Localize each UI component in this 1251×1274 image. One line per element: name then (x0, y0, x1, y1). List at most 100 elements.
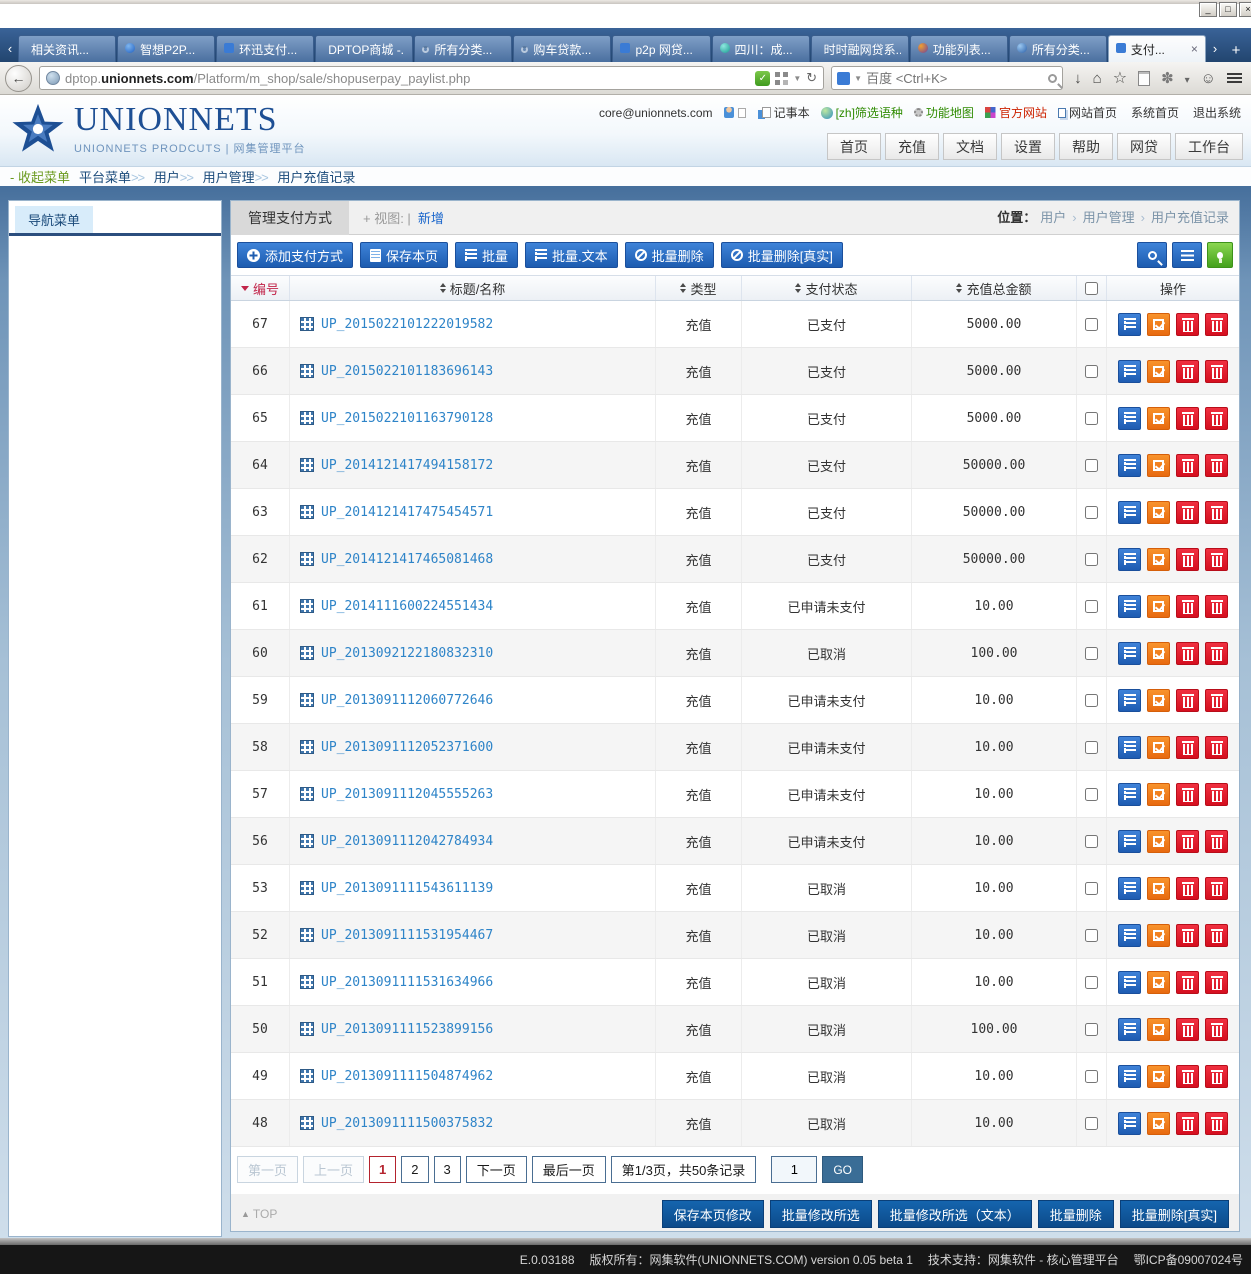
browser-tab[interactable]: 所有分类... (414, 35, 512, 62)
page-number-button[interactable]: 1 (369, 1156, 396, 1183)
record-link[interactable]: UP_2013091112045555263 (321, 787, 493, 802)
edit-check-button[interactable] (1147, 454, 1170, 477)
detail-list-button[interactable] (1118, 501, 1141, 524)
delete-button[interactable] (1176, 313, 1199, 336)
delete-real-button[interactable] (1205, 595, 1228, 618)
header-nav-button[interactable]: 充值 (885, 133, 939, 160)
new-tab-icon[interactable] (1223, 38, 1249, 62)
breadcrumb-item[interactable]: 用户 (131, 167, 180, 186)
baidu-paw-icon[interactable] (837, 72, 850, 85)
bookmark-star-icon[interactable] (1113, 68, 1127, 88)
menubar-item[interactable]: 书签(B) (249, 8, 289, 25)
delete-button[interactable] (1176, 407, 1199, 430)
row-checkbox[interactable] (1085, 976, 1098, 989)
close-icon[interactable] (1239, 2, 1251, 17)
edit-check-button[interactable] (1147, 689, 1170, 712)
delete-real-button[interactable] (1205, 971, 1228, 994)
delete-button[interactable] (1176, 454, 1199, 477)
delete-real-button[interactable] (1205, 689, 1228, 712)
next-page-button[interactable]: 下一页 (466, 1156, 527, 1183)
smiley-icon[interactable] (1201, 70, 1216, 87)
row-checkbox[interactable] (1085, 929, 1098, 942)
view-list-button[interactable] (1172, 242, 1202, 268)
edit-check-button[interactable] (1147, 407, 1170, 430)
page-number-button[interactable]: 2 (401, 1156, 428, 1183)
edit-check-button[interactable] (1147, 783, 1170, 806)
browser-tab[interactable]: 四川：成... (712, 35, 810, 62)
header-link[interactable]: 功能地图 (914, 104, 974, 121)
browser-tab[interactable]: 功能列表... (910, 35, 1008, 62)
header-nav-button[interactable]: 设置 (1001, 133, 1055, 160)
delete-real-button[interactable] (1205, 501, 1228, 524)
reload-icon[interactable] (806, 70, 817, 86)
edit-check-button[interactable] (1147, 642, 1170, 665)
back-button[interactable] (5, 65, 32, 92)
header-nav-button[interactable]: 帮助 (1059, 133, 1113, 160)
row-checkbox[interactable] (1085, 647, 1098, 660)
delete-real-button[interactable] (1205, 1018, 1228, 1041)
delete-real-button[interactable] (1205, 454, 1228, 477)
record-link[interactable]: UP_2014121417465081468 (321, 552, 493, 567)
tab-scroll-left-icon[interactable] (2, 35, 18, 62)
column-header-amount[interactable]: 充值总金额 (912, 276, 1077, 300)
header-nav-button[interactable]: 工作台 (1175, 133, 1243, 160)
detail-list-button[interactable] (1118, 595, 1141, 618)
row-checkbox[interactable] (1085, 1117, 1098, 1130)
detail-list-button[interactable] (1118, 360, 1141, 383)
delete-button[interactable] (1176, 548, 1199, 571)
detail-list-button[interactable] (1118, 313, 1141, 336)
browser-tab[interactable]: DPTOP商城 -... (315, 35, 413, 62)
row-checkbox[interactable] (1085, 741, 1098, 754)
browser-tab[interactable]: 所有分类... (1009, 35, 1107, 62)
delete-real-button[interactable] (1205, 877, 1228, 900)
header-nav-button[interactable]: 网贷 (1117, 133, 1171, 160)
sidebar-tab-nav-menu[interactable]: 导航菜单 (15, 206, 93, 233)
maximize-icon[interactable] (1219, 2, 1237, 17)
dropdown-icon[interactable] (1185, 70, 1190, 87)
location-item[interactable]: 用户 (1040, 201, 1066, 235)
batch-delete-real-button[interactable]: 批量删除[真实] (721, 242, 843, 268)
search-input[interactable] (866, 71, 1044, 86)
header-link[interactable]: 官方网站 (985, 104, 1047, 121)
row-checkbox[interactable] (1085, 600, 1098, 613)
bottom-action-button[interactable]: 批量删除[真实] (1120, 1200, 1229, 1228)
row-checkbox[interactable] (1085, 694, 1098, 707)
delete-button[interactable] (1176, 1065, 1199, 1088)
delete-real-button[interactable] (1205, 736, 1228, 759)
column-header-title[interactable]: 标题/名称 (290, 276, 656, 300)
record-link[interactable]: UP_2014121417475454571 (321, 505, 493, 520)
header-link[interactable]: [zh]筛选语种 (821, 104, 903, 121)
row-checkbox[interactable] (1085, 553, 1098, 566)
batch-button[interactable]: 批量 (455, 242, 518, 268)
delete-button[interactable] (1176, 783, 1199, 806)
edit-check-button[interactable] (1147, 595, 1170, 618)
batch-text-button[interactable]: 批量.文本 (525, 242, 618, 268)
record-link[interactable]: UP_2015022101222019582 (321, 317, 493, 332)
menubar-item[interactable]: 历史(S) (189, 8, 229, 25)
detail-list-button[interactable] (1118, 971, 1141, 994)
header-nav-button[interactable]: 首页 (827, 133, 881, 160)
edit-check-button[interactable] (1147, 548, 1170, 571)
delete-real-button[interactable] (1205, 924, 1228, 947)
detail-list-button[interactable] (1118, 830, 1141, 853)
column-header-id[interactable]: 编号 (231, 276, 290, 300)
menubar-item[interactable]: 编辑(E) (69, 8, 109, 25)
menubar-item[interactable]: 查看(V) (129, 8, 169, 25)
record-link[interactable]: UP_2013091111500375832 (321, 1116, 493, 1131)
record-link[interactable]: UP_2013091112042784934 (321, 834, 493, 849)
collapse-menu-link[interactable]: - 收起菜单 (10, 167, 70, 186)
page-number-button[interactable]: 3 (434, 1156, 461, 1183)
record-link[interactable]: UP_2013091111523899156 (321, 1022, 493, 1037)
detail-list-button[interactable] (1118, 736, 1141, 759)
menubar-item[interactable]: 帮助(H) (369, 8, 410, 25)
detail-list-button[interactable] (1118, 924, 1141, 947)
qr-grid-icon[interactable] (775, 72, 788, 85)
magnifier-icon[interactable] (1048, 74, 1057, 83)
delete-button[interactable] (1176, 1018, 1199, 1041)
record-link[interactable]: UP_2015022101163790128 (321, 411, 493, 426)
location-item[interactable]: 用户充值记录 (1135, 201, 1229, 235)
header-link[interactable]: 网站首页 (1058, 104, 1117, 121)
delete-button[interactable] (1176, 971, 1199, 994)
go-button[interactable]: GO (822, 1156, 863, 1183)
column-header-status[interactable]: 支付状态 (742, 276, 912, 300)
